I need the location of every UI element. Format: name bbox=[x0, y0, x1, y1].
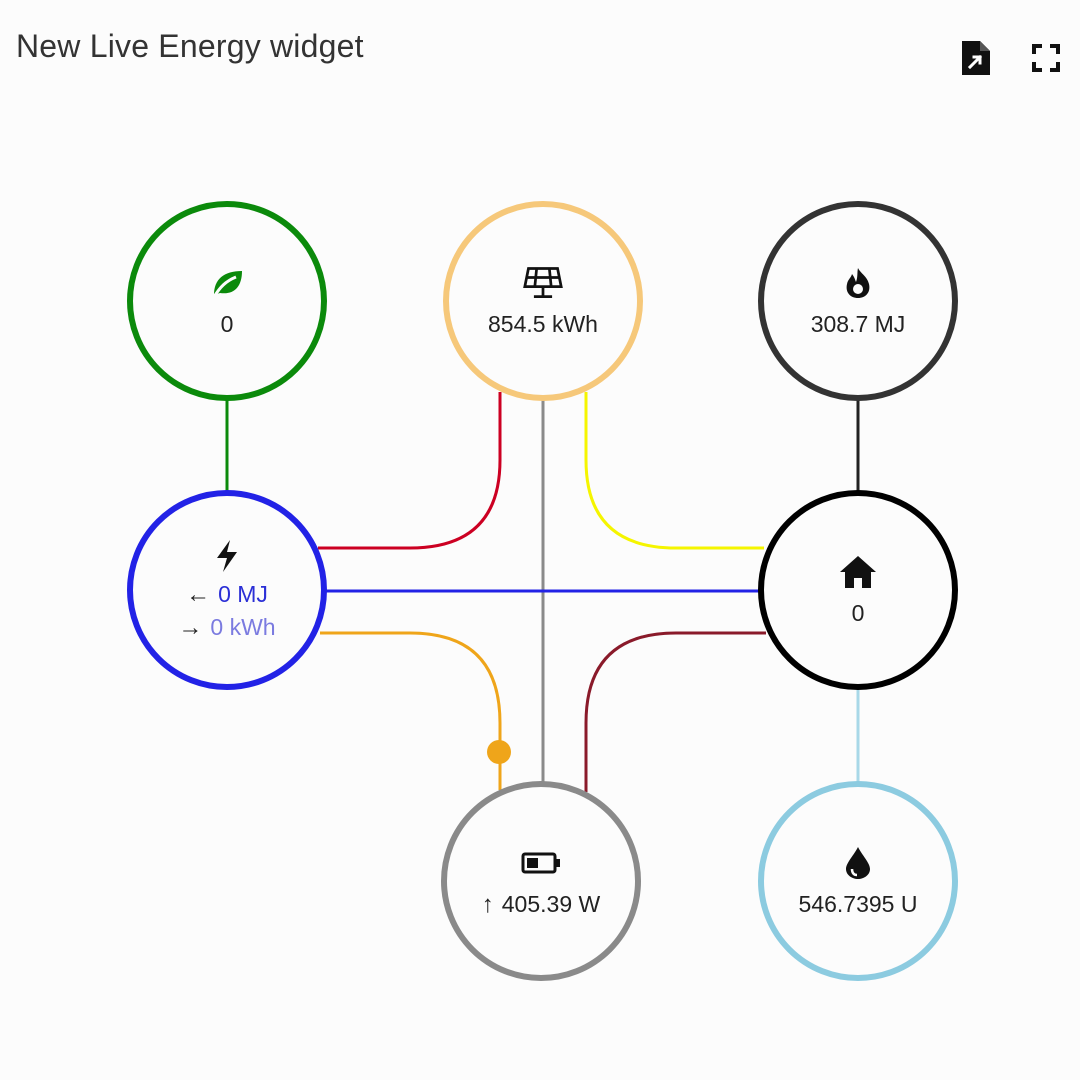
grid-consumption-arrow: ← bbox=[186, 581, 211, 608]
flow-grid-to-battery bbox=[320, 631, 502, 790]
gas-value: 308.7 MJ bbox=[810, 311, 906, 337]
low-carbon-node[interactable]: 0 bbox=[127, 201, 327, 401]
fire-icon bbox=[838, 263, 878, 303]
leaf-icon bbox=[207, 263, 247, 303]
lightning-bolt-icon bbox=[207, 536, 247, 576]
water-drop-icon bbox=[838, 843, 878, 883]
battery-row: ↑ 405.39 W bbox=[482, 889, 600, 920]
flow-solar-to-grid bbox=[318, 392, 502, 550]
flow-dot bbox=[487, 740, 511, 764]
gas-node[interactable]: 308.7 MJ bbox=[758, 201, 958, 401]
flow-solar-to-home bbox=[584, 392, 764, 550]
battery-low-icon bbox=[521, 843, 561, 883]
grid-node[interactable]: ← 0 MJ → 0 kWh bbox=[127, 490, 327, 690]
solar-node[interactable]: 854.5 kWh bbox=[443, 201, 643, 401]
grid-return-value: 0 kWh bbox=[210, 614, 276, 640]
battery-value: 405.39 W bbox=[501, 890, 601, 917]
water-value: 546.7395 U bbox=[798, 891, 918, 917]
home-value: 0 bbox=[851, 600, 865, 626]
solar-value: 854.5 kWh bbox=[488, 311, 598, 337]
low-carbon-value: 0 bbox=[220, 311, 234, 337]
grid-consumption-row: ← 0 MJ bbox=[186, 578, 268, 611]
solar-panel-icon bbox=[523, 263, 563, 303]
battery-node[interactable]: ↑ 405.39 W bbox=[441, 781, 641, 981]
home-node[interactable]: 0 bbox=[758, 490, 958, 690]
water-node[interactable]: 546.7395 U bbox=[758, 781, 958, 981]
grid-return-row: → 0 kWh bbox=[178, 611, 275, 644]
home-icon bbox=[838, 552, 878, 592]
grid-return-arrow: → bbox=[178, 614, 203, 641]
flow-battery-to-home bbox=[584, 631, 766, 792]
battery-arrow: ↑ bbox=[481, 890, 494, 918]
grid-consumption-value: 0 MJ bbox=[218, 581, 268, 607]
